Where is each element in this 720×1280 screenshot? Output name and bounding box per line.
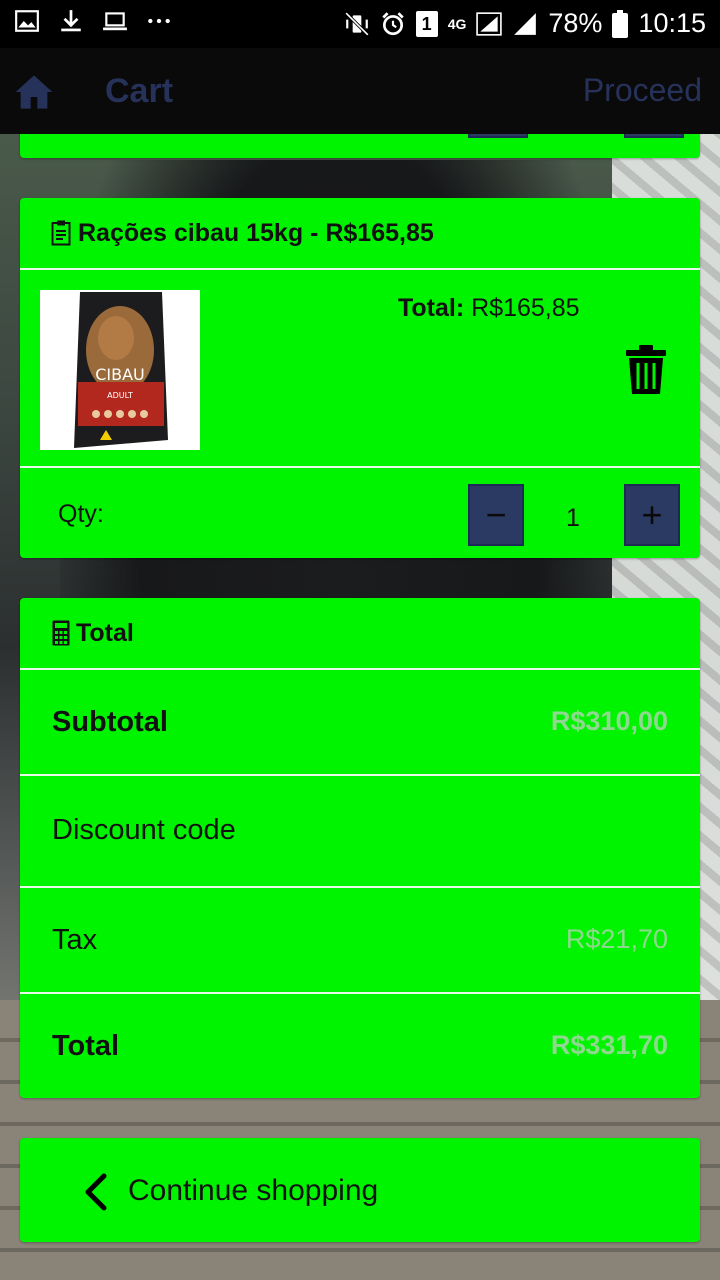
app-bar: Cart Proceed — [0, 48, 720, 134]
proceed-button[interactable]: Proceed — [583, 72, 702, 109]
totals-header: Total — [20, 598, 700, 670]
clipboard-icon — [51, 220, 71, 246]
laptop-icon — [103, 12, 127, 31]
trash-icon[interactable] — [624, 344, 668, 396]
battery-icon — [612, 9, 629, 38]
calculator-icon — [52, 620, 70, 646]
continue-shopping-label: Continue shopping — [128, 1174, 379, 1207]
totals-title: Total — [76, 618, 134, 647]
qty-value: 1 — [566, 504, 580, 532]
item-total-label: Total: — [398, 294, 465, 322]
image-icon — [15, 10, 39, 32]
cart-item-title: Rações cibau 15kg - R$165,85 — [78, 218, 434, 247]
subtotal-row: Subtotal R$310,00 — [20, 670, 700, 776]
product-variant: ADULT — [107, 391, 133, 400]
page-title: Cart — [105, 72, 174, 110]
discount-code-label[interactable]: Discount code — [52, 814, 236, 847]
decrease-qty-button[interactable]: − — [468, 484, 524, 546]
status-bar: 1 4G 78% 10:15 — [0, 0, 720, 48]
network-type: 4G — [447, 15, 467, 32]
signal-icon-2 — [514, 12, 537, 35]
cart-item-card: Rações cibau 15kg - R$165,85 CIBAU ADULT… — [20, 198, 700, 558]
home-icon[interactable] — [14, 72, 54, 112]
product-image: CIBAU ADULT — [40, 290, 200, 450]
qty-label: Qty: — [58, 500, 104, 528]
tax-value: R$21,70 — [565, 924, 668, 954]
mute-vibrate-icon — [344, 11, 369, 36]
clock: 10:15 — [638, 8, 706, 38]
minus-icon: − — [485, 494, 507, 535]
continue-shopping-button[interactable]: Continue shopping — [20, 1138, 700, 1242]
cart-item-body: CIBAU ADULT Total: R$165,85 — [20, 270, 700, 468]
tax-row: Tax R$21,70 — [20, 888, 700, 994]
grand-total-row: Total R$331,70 — [20, 994, 700, 1098]
alarm-icon — [381, 11, 404, 35]
tax-label: Tax — [52, 924, 98, 956]
increase-qty-button[interactable]: + — [624, 484, 680, 546]
battery-percent: 78% — [548, 8, 603, 38]
more-icon — [148, 18, 170, 24]
grand-total-value: R$331,70 — [550, 1030, 668, 1060]
chevron-left-icon — [85, 1173, 107, 1211]
subtotal-value: R$310,00 — [550, 706, 668, 736]
download-icon — [61, 10, 81, 32]
product-brand: CIBAU — [95, 365, 145, 384]
cart-item-header: Rações cibau 15kg - R$165,85 — [20, 198, 700, 270]
grand-total-label: Total — [52, 1030, 120, 1062]
sim-icon: 1 — [415, 10, 438, 37]
subtotal-label: Subtotal — [52, 706, 168, 738]
totals-card: Total Subtotal R$310,00 Discount code Ta… — [20, 598, 700, 1098]
plus-icon: + — [641, 494, 663, 535]
signal-icon — [476, 11, 503, 36]
item-total: Total: R$165,85 — [398, 294, 580, 323]
quantity-row: Qty: − 1 + — [20, 468, 700, 558]
item-total-value: R$165,85 — [471, 294, 580, 322]
discount-code-row[interactable]: Discount code — [20, 776, 700, 888]
